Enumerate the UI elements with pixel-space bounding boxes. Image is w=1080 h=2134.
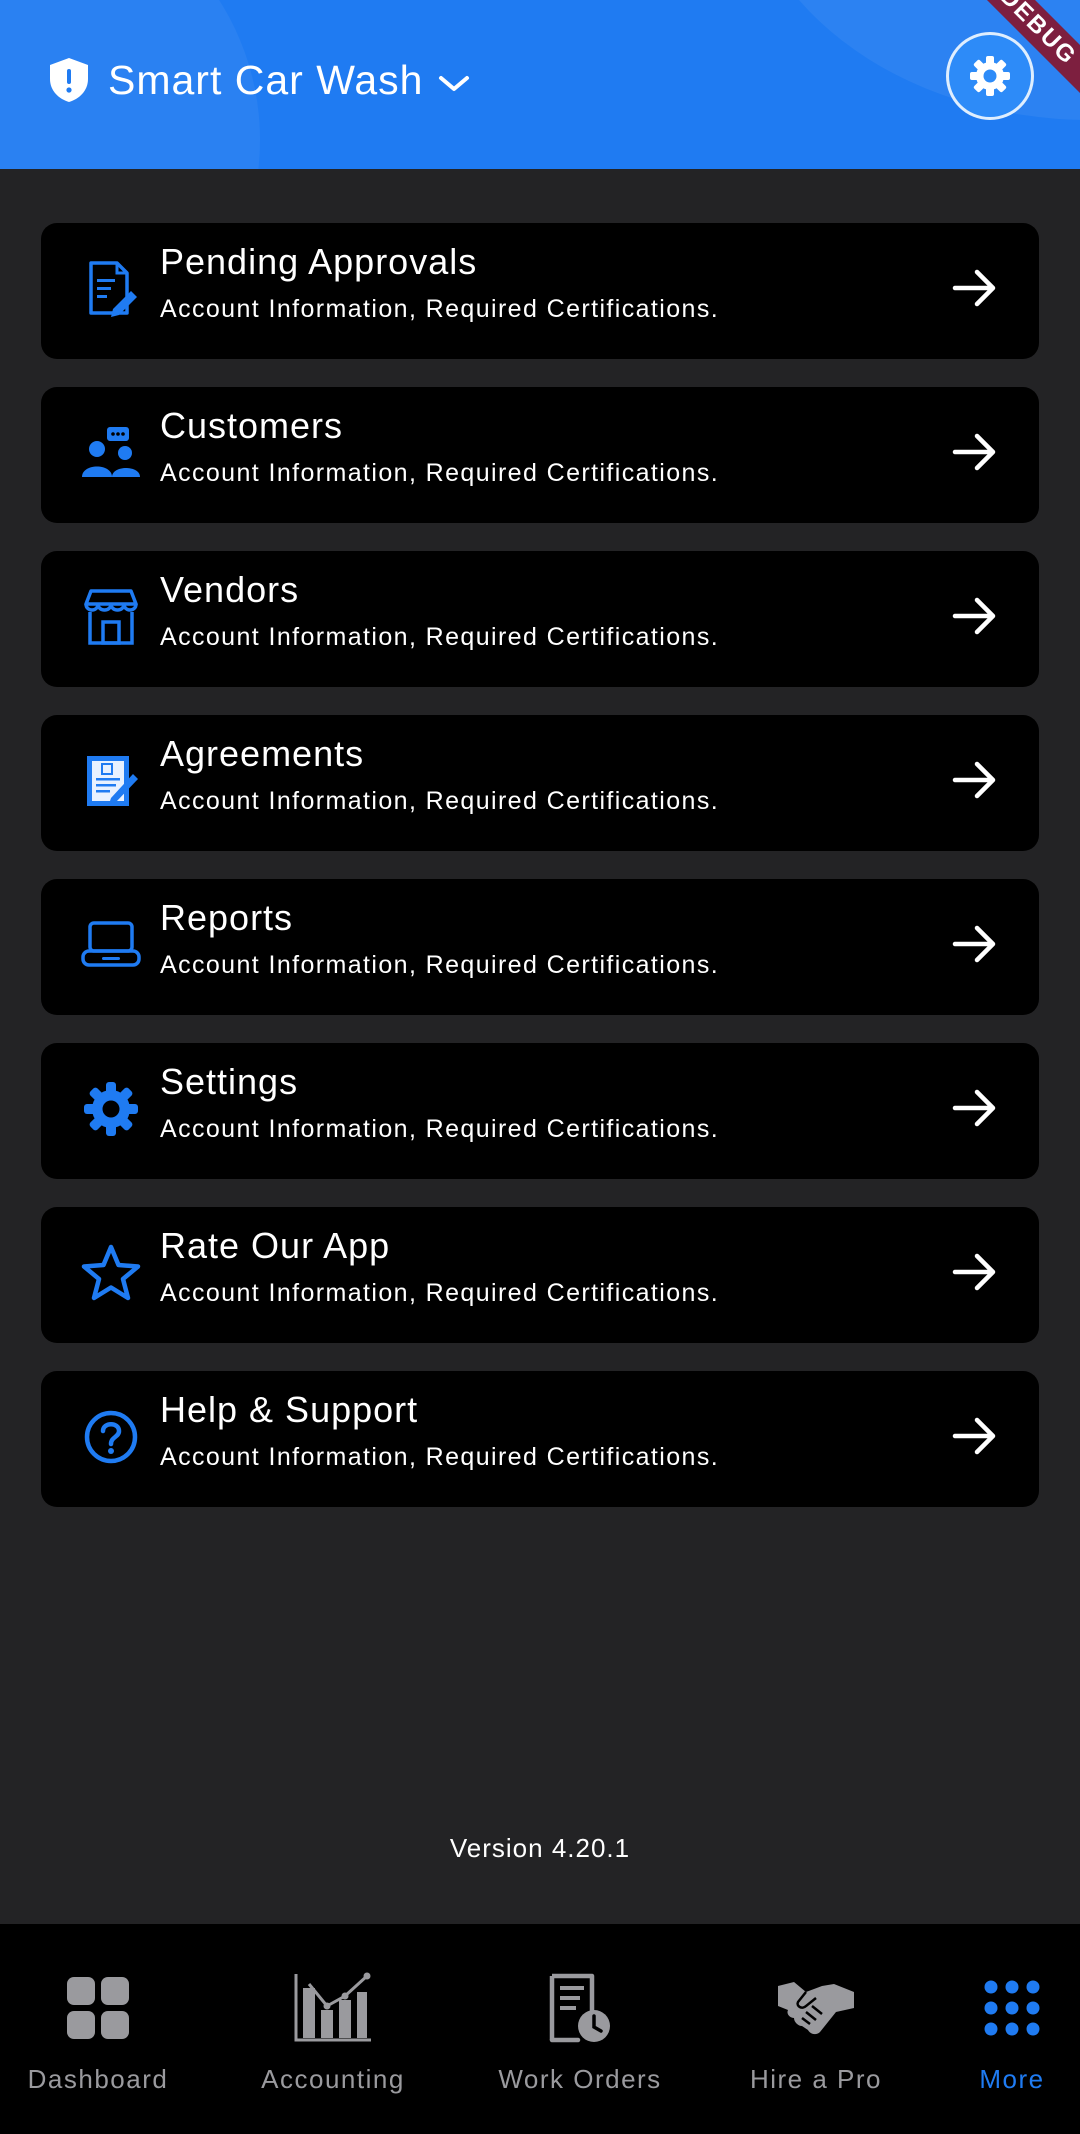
app-version: Version 4.20.1 xyxy=(449,1833,631,1863)
accounting-chart-icon xyxy=(288,1968,378,2048)
nav-label: Hire a Pro xyxy=(749,2064,883,2094)
nav-work-orders[interactable]: Work Orders xyxy=(480,1924,680,2134)
nav-more[interactable]: More xyxy=(956,1924,1068,2134)
menu-item-rate-our-app[interactable]: Rate Our App Account Information, Requir… xyxy=(41,1207,1039,1343)
menu-item-pending-approvals[interactable]: Pending Approvals Account Information, R… xyxy=(41,223,1039,359)
menu-item-title: Pending Approvals xyxy=(160,241,478,282)
nav-accounting[interactable]: Accounting xyxy=(240,1924,426,2134)
arrow-right-icon xyxy=(952,269,996,307)
menu-item-subtitle: Account Information, Required Certificat… xyxy=(160,295,720,323)
laptop-icon xyxy=(78,912,144,978)
menu-list: Pending Approvals Account Information, R… xyxy=(41,223,1039,1535)
org-name: Smart Car Wash xyxy=(108,56,424,103)
app-header: Smart Car Wash DEBUG xyxy=(0,0,1080,169)
menu-item-title: Reports xyxy=(160,897,294,938)
help-circle-icon xyxy=(78,1404,144,1470)
gear-icon xyxy=(78,1076,144,1142)
document-sign-icon xyxy=(78,256,144,322)
menu-item-subtitle: Account Information, Required Certificat… xyxy=(160,1115,720,1143)
menu-item-title: Settings xyxy=(160,1061,299,1102)
menu-item-title: Agreements xyxy=(160,733,365,774)
menu-item-subtitle: Account Information, Required Certificat… xyxy=(160,459,720,487)
menu-item-title: Customers xyxy=(160,405,344,446)
customers-chat-icon xyxy=(78,420,144,486)
bottom-navigation: Dashboard Accounting Work Orders Hire a … xyxy=(0,1924,1080,2134)
storefront-icon xyxy=(78,584,144,650)
menu-item-customers[interactable]: Customers Account Information, Required … xyxy=(41,387,1039,523)
nav-label: Accounting xyxy=(261,2064,405,2094)
arrow-right-icon xyxy=(952,1253,996,1291)
menu-item-title: Help & Support xyxy=(160,1389,419,1430)
chevron-down-icon xyxy=(439,76,470,91)
arrow-right-icon xyxy=(952,761,996,799)
nav-label: More xyxy=(979,2064,1045,2094)
menu-item-subtitle: Account Information, Required Certificat… xyxy=(160,1279,720,1307)
gear-icon xyxy=(970,56,1010,96)
dots-grid-icon xyxy=(967,1968,1057,2048)
arrow-right-icon xyxy=(952,597,996,635)
arrow-right-icon xyxy=(952,1417,996,1455)
shield-alert-icon xyxy=(50,58,88,102)
menu-item-agreements[interactable]: Agreements Account Information, Required… xyxy=(41,715,1039,851)
nav-label: Work Orders xyxy=(498,2064,662,2094)
arrow-right-icon xyxy=(952,433,996,471)
menu-item-help-support[interactable]: Help & Support Account Information, Requ… xyxy=(41,1371,1039,1507)
header-settings-button[interactable] xyxy=(946,32,1034,120)
menu-item-vendors[interactable]: Vendors Account Information, Required Ce… xyxy=(41,551,1039,687)
nav-label: Dashboard xyxy=(27,2064,169,2094)
menu-item-subtitle: Account Information, Required Certificat… xyxy=(160,623,720,651)
star-icon xyxy=(78,1240,144,1306)
menu-item-settings[interactable]: Settings Account Information, Required C… xyxy=(41,1043,1039,1179)
dashboard-grid-icon xyxy=(53,1968,143,2048)
menu-item-subtitle: Account Information, Required Certificat… xyxy=(160,787,720,815)
agreement-document-icon xyxy=(78,748,144,814)
menu-item-title: Rate Our App xyxy=(160,1225,391,1266)
arrow-right-icon xyxy=(952,925,996,963)
handshake-icon xyxy=(771,1968,861,2048)
org-switcher[interactable]: Smart Car Wash xyxy=(48,50,471,110)
menu-item-subtitle: Account Information, Required Certificat… xyxy=(160,1443,720,1471)
nav-hire-a-pro[interactable]: Hire a Pro xyxy=(724,1924,908,2134)
menu-item-reports[interactable]: Reports Account Information, Required Ce… xyxy=(41,879,1039,1015)
work-order-clock-icon xyxy=(535,1968,625,2048)
arrow-right-icon xyxy=(952,1089,996,1127)
nav-dashboard[interactable]: Dashboard xyxy=(0,1924,196,2134)
menu-item-title: Vendors xyxy=(160,569,300,610)
menu-item-subtitle: Account Information, Required Certificat… xyxy=(160,951,720,979)
